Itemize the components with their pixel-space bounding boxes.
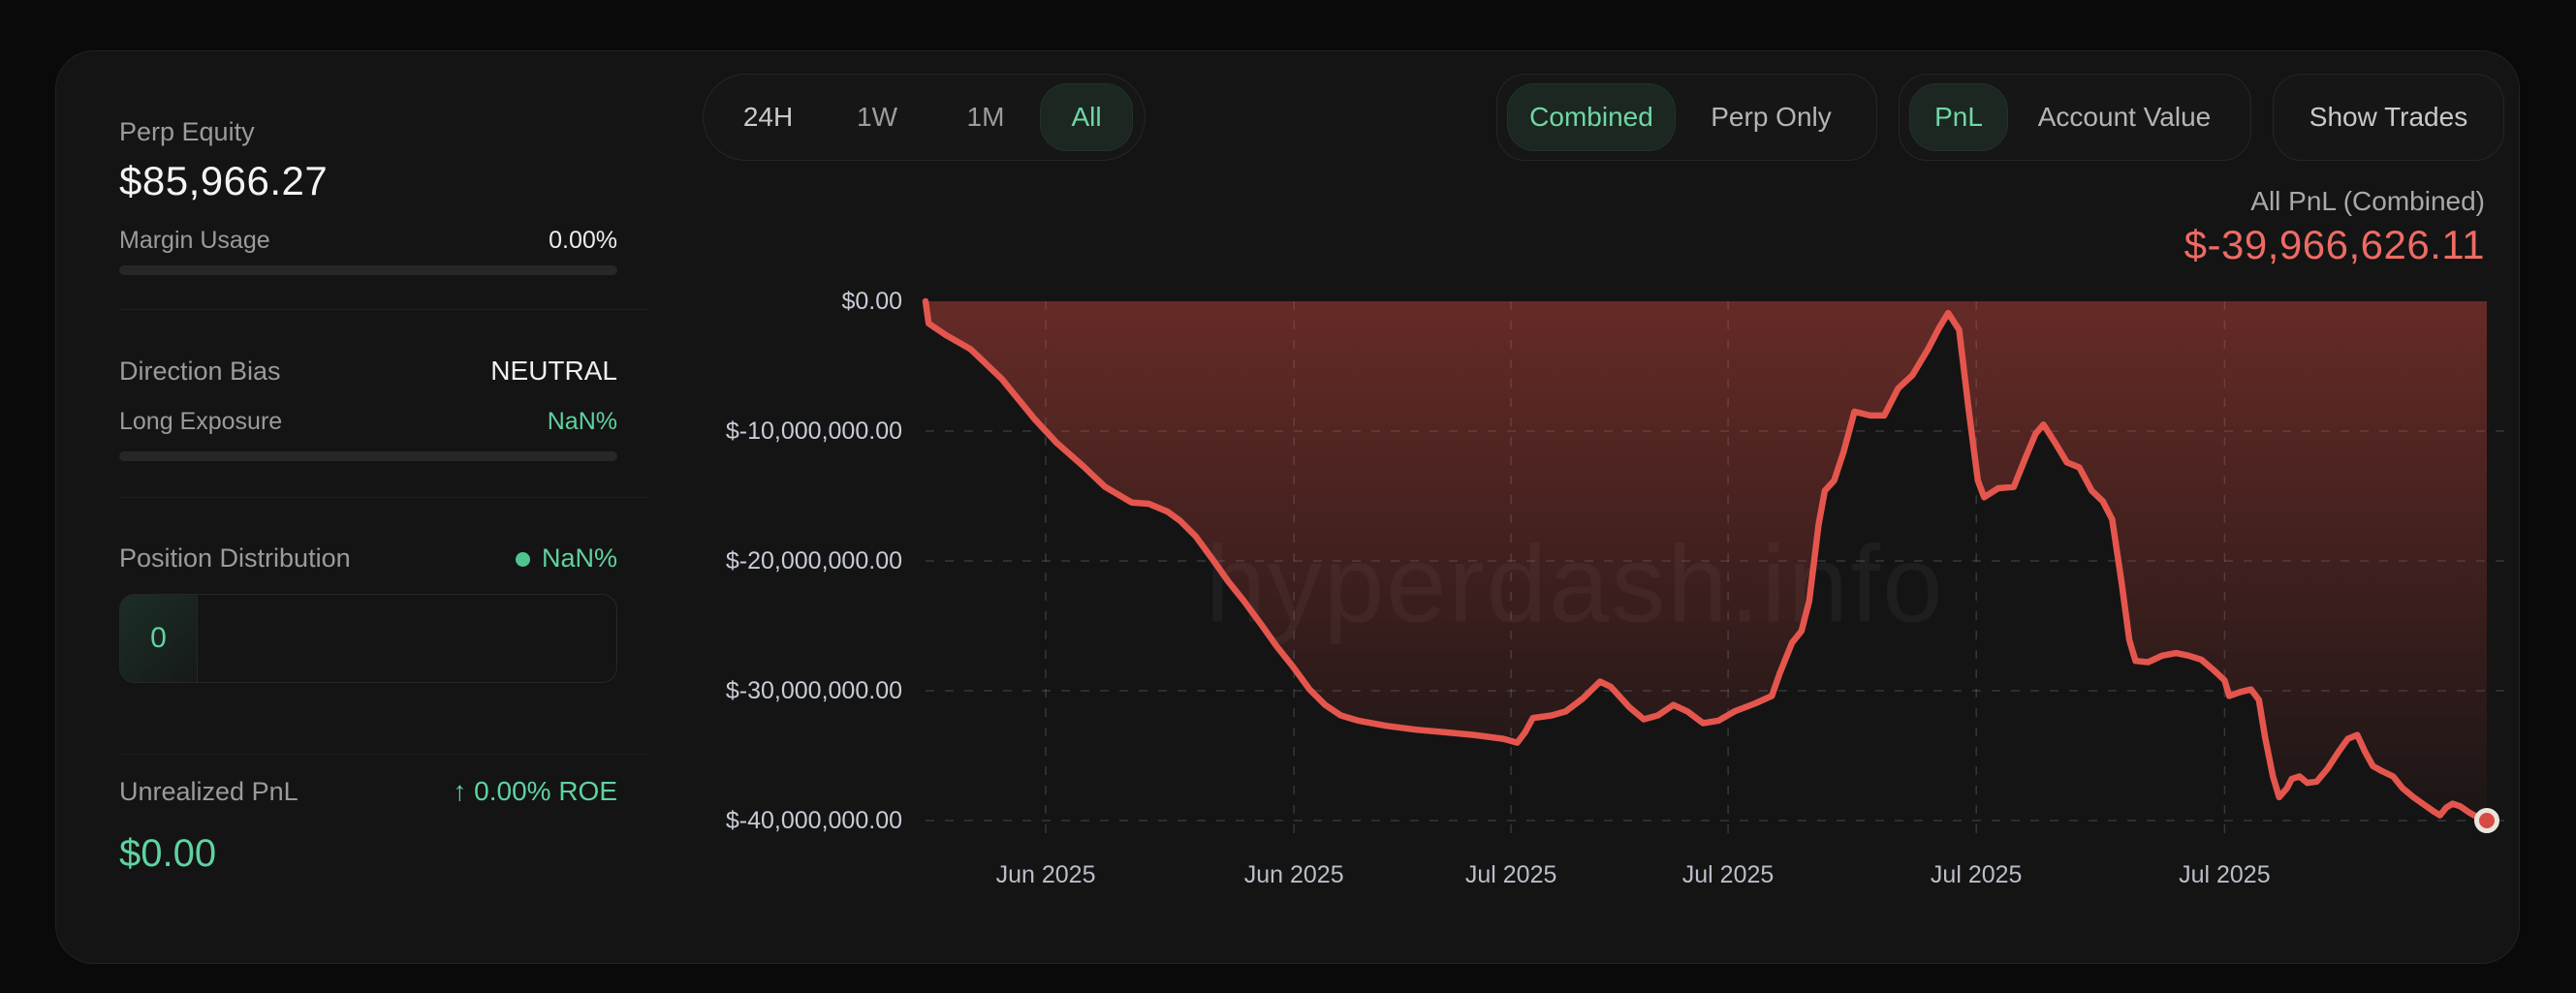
long-exposure-label: Long Exposure <box>119 408 283 435</box>
metric-mode-group: PnL Account Value <box>1899 74 2251 161</box>
margin-usage-label: Margin Usage <box>119 227 270 254</box>
y-axis-tick-label: $-10,000,000.00 <box>725 418 902 445</box>
x-axis-tick-label: Jul 2025 <box>1464 861 1557 888</box>
x-axis-tick-label: Jul 2025 <box>1681 861 1775 888</box>
y-axis-tick-label: $0.00 <box>841 288 902 315</box>
roe-value: 0.00% ROE <box>474 776 617 806</box>
x-axis-tick-label: Jul 2025 <box>1930 861 2023 888</box>
position-distribution-value: NaN% <box>541 543 617 573</box>
y-axis-tick-label: $-40,000,000.00 <box>725 807 902 834</box>
arrow-up-icon: ↑ <box>453 776 467 806</box>
x-axis: Jun 2025 Jun 2025 Jul 2025 Jul 2025 Jul 2025… <box>926 861 2487 894</box>
x-axis-tick-label: Jun 2025 <box>995 861 1096 888</box>
position-distribution-box[interactable]: 0 <box>119 594 617 683</box>
pnl-area-chart[interactable] <box>922 297 2506 840</box>
y-axis-tick-label: $-30,000,000.00 <box>725 677 902 704</box>
unrealized-pnl-label: Unrealized PnL <box>119 776 298 806</box>
position-distribution-label: Position Distribution <box>119 543 351 573</box>
long-exposure-value: NaN% <box>547 408 617 435</box>
distribution-segment[interactable]: 0 <box>120 595 198 682</box>
time-range-1w[interactable]: 1W <box>823 75 931 160</box>
time-range-1m[interactable]: 1M <box>931 75 1040 160</box>
section-divider <box>119 497 648 498</box>
unrealized-pnl-value: $0.00 <box>119 832 217 875</box>
show-trades-label: Show Trades <box>2309 102 2468 132</box>
metric-mode-pnl[interactable]: PnL <box>1909 83 2008 151</box>
direction-bias-label: Direction Bias <box>119 356 281 386</box>
show-trades-button[interactable]: Show Trades <box>2273 74 2504 161</box>
time-range-all[interactable]: All <box>1040 83 1133 151</box>
y-axis: $0.00 $-10,000,000.00 $-20,000,000.00 $-30,… <box>638 288 902 834</box>
margin-usage-progressbar <box>119 265 617 275</box>
section-divider <box>119 754 648 755</box>
section-divider <box>119 309 648 310</box>
x-axis-tick-label: Jul 2025 <box>2179 861 2271 888</box>
view-mode-perp-only[interactable]: Perp Only <box>1676 75 1867 160</box>
view-mode-group: Combined Perp Only <box>1496 74 1877 161</box>
portfolio-card: Perp Equity $85,966.27 Margin Usage 0.00… <box>55 50 2520 964</box>
margin-usage-value: 0.00% <box>549 227 617 254</box>
time-range-24h[interactable]: 24H <box>713 75 823 160</box>
time-range-group: 24H 1W 1M All <box>703 74 1146 161</box>
perp-equity-label: Perp Equity <box>119 117 255 146</box>
long-exposure-progressbar <box>119 451 617 461</box>
dashboard-screen: Perp Equity $85,966.27 Margin Usage 0.00… <box>0 0 2576 993</box>
metric-mode-account-value[interactable]: Account Value <box>2008 75 2241 160</box>
y-axis-tick-label: $-20,000,000.00 <box>725 547 902 574</box>
direction-bias-value: NEUTRAL <box>490 356 617 386</box>
perp-equity-value: $85,966.27 <box>119 158 329 203</box>
line-endpoint-dot <box>2474 808 2499 833</box>
view-mode-combined[interactable]: Combined <box>1507 83 1676 151</box>
x-axis-tick-label: Jun 2025 <box>1243 861 1344 888</box>
chart-title: All PnL (Combined) <box>2250 186 2485 216</box>
chart-total-pnl-value: $-39,966,626.11 <box>2183 222 2485 267</box>
distribution-dot-icon <box>515 552 530 568</box>
